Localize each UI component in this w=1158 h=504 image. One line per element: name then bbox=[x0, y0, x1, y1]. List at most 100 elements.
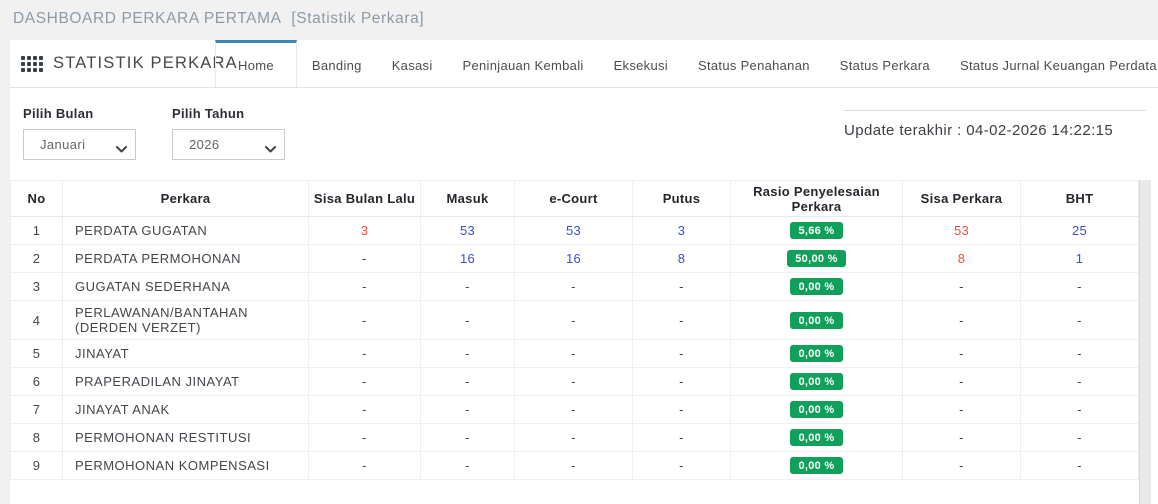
tab-home[interactable]: Home bbox=[215, 40, 297, 87]
cell-perkara: JINAYAT bbox=[63, 340, 309, 368]
cell-masuk: - bbox=[421, 340, 515, 368]
tab-peninjauan-kembali[interactable]: Peninjauan Kembali bbox=[448, 40, 599, 87]
cell-perkara: GUGATAN SEDERHANA bbox=[63, 273, 309, 301]
cell-sisa_bulan_lalu: - bbox=[309, 245, 421, 273]
navbar-brand: STATISTIK PERKARA bbox=[10, 40, 215, 87]
cell-perkara: PERMOHONAN RESTITUSI bbox=[63, 424, 309, 452]
table-row: 7JINAYAT ANAK----0,00 %-- bbox=[11, 396, 1139, 424]
tab-status-perkara[interactable]: Status Perkara bbox=[825, 40, 945, 87]
cell-bht: - bbox=[1021, 368, 1139, 396]
cell-sisa_bulan_lalu: - bbox=[309, 396, 421, 424]
cell-rasio: 0,00 % bbox=[731, 301, 903, 340]
column-header: Sisa Perkara bbox=[903, 181, 1021, 217]
cell-masuk: 16 bbox=[421, 245, 515, 273]
cell-sisa_bulan_lalu: - bbox=[309, 340, 421, 368]
cell-ecourt: 53 bbox=[515, 217, 633, 245]
cell-no: 4 bbox=[11, 301, 63, 340]
month-select[interactable]: Januari bbox=[23, 129, 136, 160]
cell-no: 6 bbox=[11, 368, 63, 396]
rasio-badge: 5,66 % bbox=[790, 222, 842, 239]
year-select[interactable]: 2026 bbox=[172, 129, 285, 160]
cell-masuk: - bbox=[421, 452, 515, 480]
table-row: 6PRAPERADILAN JINAYAT----0,00 %-- bbox=[11, 368, 1139, 396]
column-header: BHT bbox=[1021, 181, 1139, 217]
tab-status-jurnal-keuangan-perdata[interactable]: Status Jurnal Keuangan Perdata bbox=[945, 40, 1158, 87]
cell-bht: - bbox=[1021, 340, 1139, 368]
cell-rasio: 5,66 % bbox=[731, 217, 903, 245]
table-row: 1PERDATA GUGATAN3535335,66 %5325 bbox=[11, 217, 1139, 245]
cell-rasio: 0,00 % bbox=[731, 273, 903, 301]
cell-sisa_perkara: - bbox=[903, 273, 1021, 301]
cell-bht: - bbox=[1021, 396, 1139, 424]
cell-perkara: PERLAWANAN/BANTAHAN (DERDEN VERZET) bbox=[63, 301, 309, 340]
cell-bht: - bbox=[1021, 301, 1139, 340]
cell-sisa_perkara: - bbox=[903, 424, 1021, 452]
tab-eksekusi[interactable]: Eksekusi bbox=[599, 40, 683, 87]
tab-kasasi[interactable]: Kasasi bbox=[377, 40, 448, 87]
cell-putus: 3 bbox=[633, 217, 731, 245]
cell-bht: - bbox=[1021, 424, 1139, 452]
cell-no: 3 bbox=[11, 273, 63, 301]
cell-putus: - bbox=[633, 368, 731, 396]
cell-sisa_perkara: - bbox=[903, 340, 1021, 368]
page-title-text: DASHBOARD PERKARA PERTAMA bbox=[13, 10, 282, 27]
cell-putus: - bbox=[633, 396, 731, 424]
cell-masuk: 53 bbox=[421, 217, 515, 245]
cell-no: 9 bbox=[11, 452, 63, 480]
table-body: 1PERDATA GUGATAN3535335,66 %53252PERDATA… bbox=[11, 217, 1139, 480]
cell-rasio: 50,00 % bbox=[731, 245, 903, 273]
cell-perkara: PERDATA GUGATAN bbox=[63, 217, 309, 245]
column-header: Sisa Bulan Lalu bbox=[309, 181, 421, 217]
cell-putus: - bbox=[633, 301, 731, 340]
cell-rasio: 0,00 % bbox=[731, 340, 903, 368]
tab-status-penahanan[interactable]: Status Penahanan bbox=[683, 40, 825, 87]
cell-ecourt: - bbox=[515, 273, 633, 301]
cell-sisa_bulan_lalu: - bbox=[309, 273, 421, 301]
statistics-table-wrap: NoPerkaraSisa Bulan LaluMasuke-CourtPutu… bbox=[10, 180, 1139, 504]
table-row: 5JINAYAT----0,00 %-- bbox=[11, 340, 1139, 368]
cell-sisa_bulan_lalu: - bbox=[309, 368, 421, 396]
last-update-text: Update terakhir : 04-02-2026 14:22:15 bbox=[844, 110, 1146, 139]
table-scrollbar[interactable] bbox=[1139, 180, 1151, 504]
tab-banding[interactable]: Banding bbox=[297, 40, 377, 87]
cell-no: 8 bbox=[11, 424, 63, 452]
cell-bht: - bbox=[1021, 273, 1139, 301]
cell-perkara: PERMOHONAN KOMPENSASI bbox=[63, 452, 309, 480]
cell-perkara: PRAPERADILAN JINAYAT bbox=[63, 368, 309, 396]
rasio-badge: 0,00 % bbox=[790, 429, 842, 446]
cell-putus: - bbox=[633, 340, 731, 368]
rasio-badge: 0,00 % bbox=[790, 345, 842, 362]
cell-bht: - bbox=[1021, 452, 1139, 480]
cell-no: 5 bbox=[11, 340, 63, 368]
table-zone: NoPerkaraSisa Bulan LaluMasuke-CourtPutu… bbox=[10, 180, 1158, 504]
cell-ecourt: - bbox=[515, 340, 633, 368]
page-subtitle: [Statistik Perkara] bbox=[291, 10, 424, 27]
cell-rasio: 0,00 % bbox=[731, 368, 903, 396]
statistics-table: NoPerkaraSisa Bulan LaluMasuke-CourtPutu… bbox=[10, 180, 1139, 480]
cell-sisa_bulan_lalu: - bbox=[309, 301, 421, 340]
cell-sisa_perkara: - bbox=[903, 452, 1021, 480]
column-header: Rasio Penyelesaian Perkara bbox=[731, 181, 903, 217]
cell-sisa_perkara: - bbox=[903, 301, 1021, 340]
navbar-tabs: HomeBandingKasasiPeninjauan KembaliEksek… bbox=[215, 40, 1158, 87]
navbar: STATISTIK PERKARA HomeBandingKasasiPenin… bbox=[10, 40, 1158, 88]
cell-rasio: 0,00 % bbox=[731, 452, 903, 480]
cell-ecourt: - bbox=[515, 424, 633, 452]
cell-sisa_bulan_lalu: - bbox=[309, 424, 421, 452]
table-row: 4PERLAWANAN/BANTAHAN (DERDEN VERZET)----… bbox=[11, 301, 1139, 340]
cell-no: 7 bbox=[11, 396, 63, 424]
rasio-badge: 50,00 % bbox=[787, 250, 845, 267]
cell-sisa_bulan_lalu: 3 bbox=[309, 217, 421, 245]
cell-ecourt: - bbox=[515, 368, 633, 396]
cell-no: 2 bbox=[11, 245, 63, 273]
cell-perkara: PERDATA PERMOHONAN bbox=[63, 245, 309, 273]
column-header: Perkara bbox=[63, 181, 309, 217]
month-label: Pilih Bulan bbox=[23, 106, 136, 121]
cell-sisa_perkara: 8 bbox=[903, 245, 1021, 273]
cell-masuk: - bbox=[421, 396, 515, 424]
cell-sisa_perkara: - bbox=[903, 396, 1021, 424]
column-header: Putus bbox=[633, 181, 731, 217]
cell-sisa_perkara: 53 bbox=[903, 217, 1021, 245]
rasio-badge: 0,00 % bbox=[790, 401, 842, 418]
table-row: 3GUGATAN SEDERHANA----0,00 %-- bbox=[11, 273, 1139, 301]
